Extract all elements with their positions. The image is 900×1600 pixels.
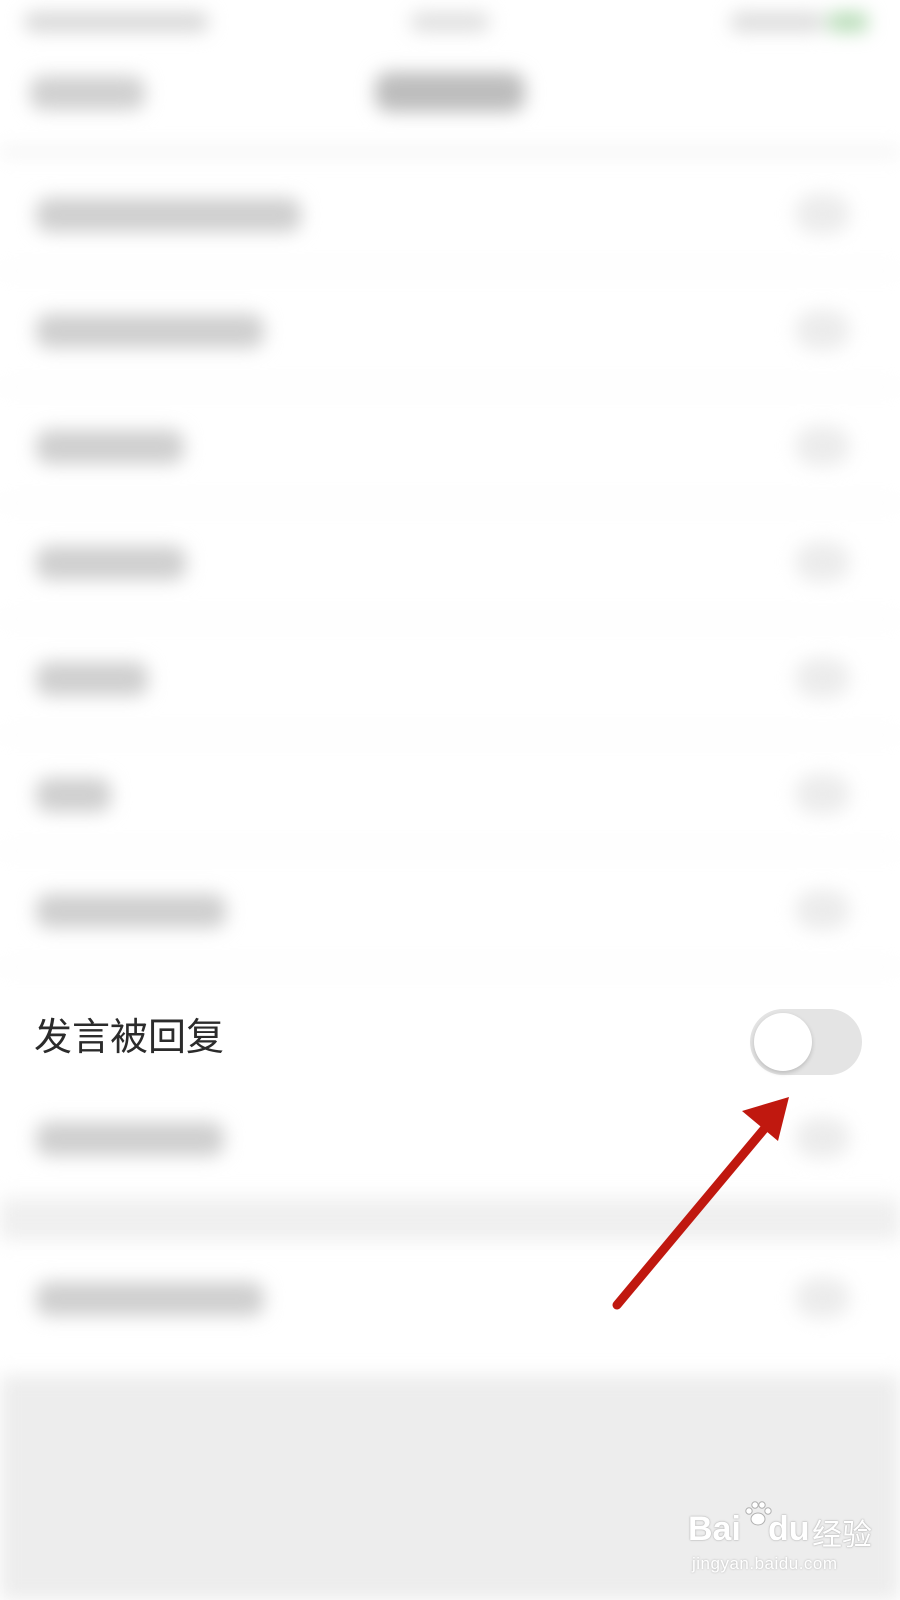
section-divider — [0, 1200, 900, 1240]
list-item-label — [36, 430, 184, 464]
list-item[interactable] — [0, 852, 900, 968]
watermark-brand-cn: 经验 — [812, 1518, 872, 1553]
watermark-brand-left: Bai — [688, 1510, 741, 1548]
list-item-toggle[interactable] — [795, 310, 850, 350]
status-bar-center — [410, 12, 490, 32]
toggle-knob[interactable] — [754, 1013, 812, 1071]
list-item-label — [36, 778, 111, 812]
list-item-toggle[interactable] — [795, 542, 850, 582]
page-title — [375, 72, 525, 112]
list-item-label — [36, 894, 226, 928]
red-arrow-icon — [612, 1097, 789, 1310]
list-item-toggle[interactable] — [795, 426, 850, 466]
list-item-label — [36, 662, 148, 696]
watermark-brand-right: du — [768, 1510, 810, 1548]
list-item-label — [36, 314, 264, 348]
list-item-toggle[interactable] — [795, 890, 850, 930]
list-item-label — [36, 198, 301, 232]
reply-notification-label: 发言被回复 — [34, 1015, 225, 1059]
list-item-label — [36, 1122, 224, 1156]
list-item[interactable] — [0, 620, 900, 736]
blurred-background — [0, 0, 900, 1600]
list-item-toggle[interactable] — [795, 774, 850, 814]
watermark: Bai du 经验 jingyan.baidu.com — [688, 1498, 888, 1588]
list-item-label — [36, 1282, 264, 1316]
reply-notification-row[interactable]: 发言被回复 — [0, 982, 900, 1098]
list-item-toggle[interactable] — [795, 194, 850, 234]
settings-screen: 发言被回复 Bai du 经验 jingyan.baidu.com — [0, 0, 900, 1600]
back-button[interactable] — [30, 76, 145, 110]
list-item[interactable] — [0, 272, 900, 388]
list-item[interactable] — [0, 156, 900, 272]
list-item-label — [36, 546, 186, 580]
nav-bar — [0, 46, 900, 156]
list-item-toggle[interactable] — [795, 658, 850, 698]
list-item[interactable] — [0, 504, 900, 620]
list-item-toggle[interactable] — [795, 1118, 850, 1158]
list-item-toggle[interactable] — [795, 1278, 850, 1318]
status-bar-right — [730, 12, 825, 32]
status-bar — [0, 0, 900, 46]
reply-notification-toggle[interactable] — [750, 1009, 862, 1075]
list-item[interactable] — [0, 736, 900, 852]
watermark-url: jingyan.baidu.com — [692, 1554, 838, 1573]
list-item[interactable] — [0, 1240, 900, 1356]
status-bar-left — [24, 12, 209, 32]
battery-icon — [828, 12, 868, 32]
list-item[interactable] — [0, 388, 900, 504]
